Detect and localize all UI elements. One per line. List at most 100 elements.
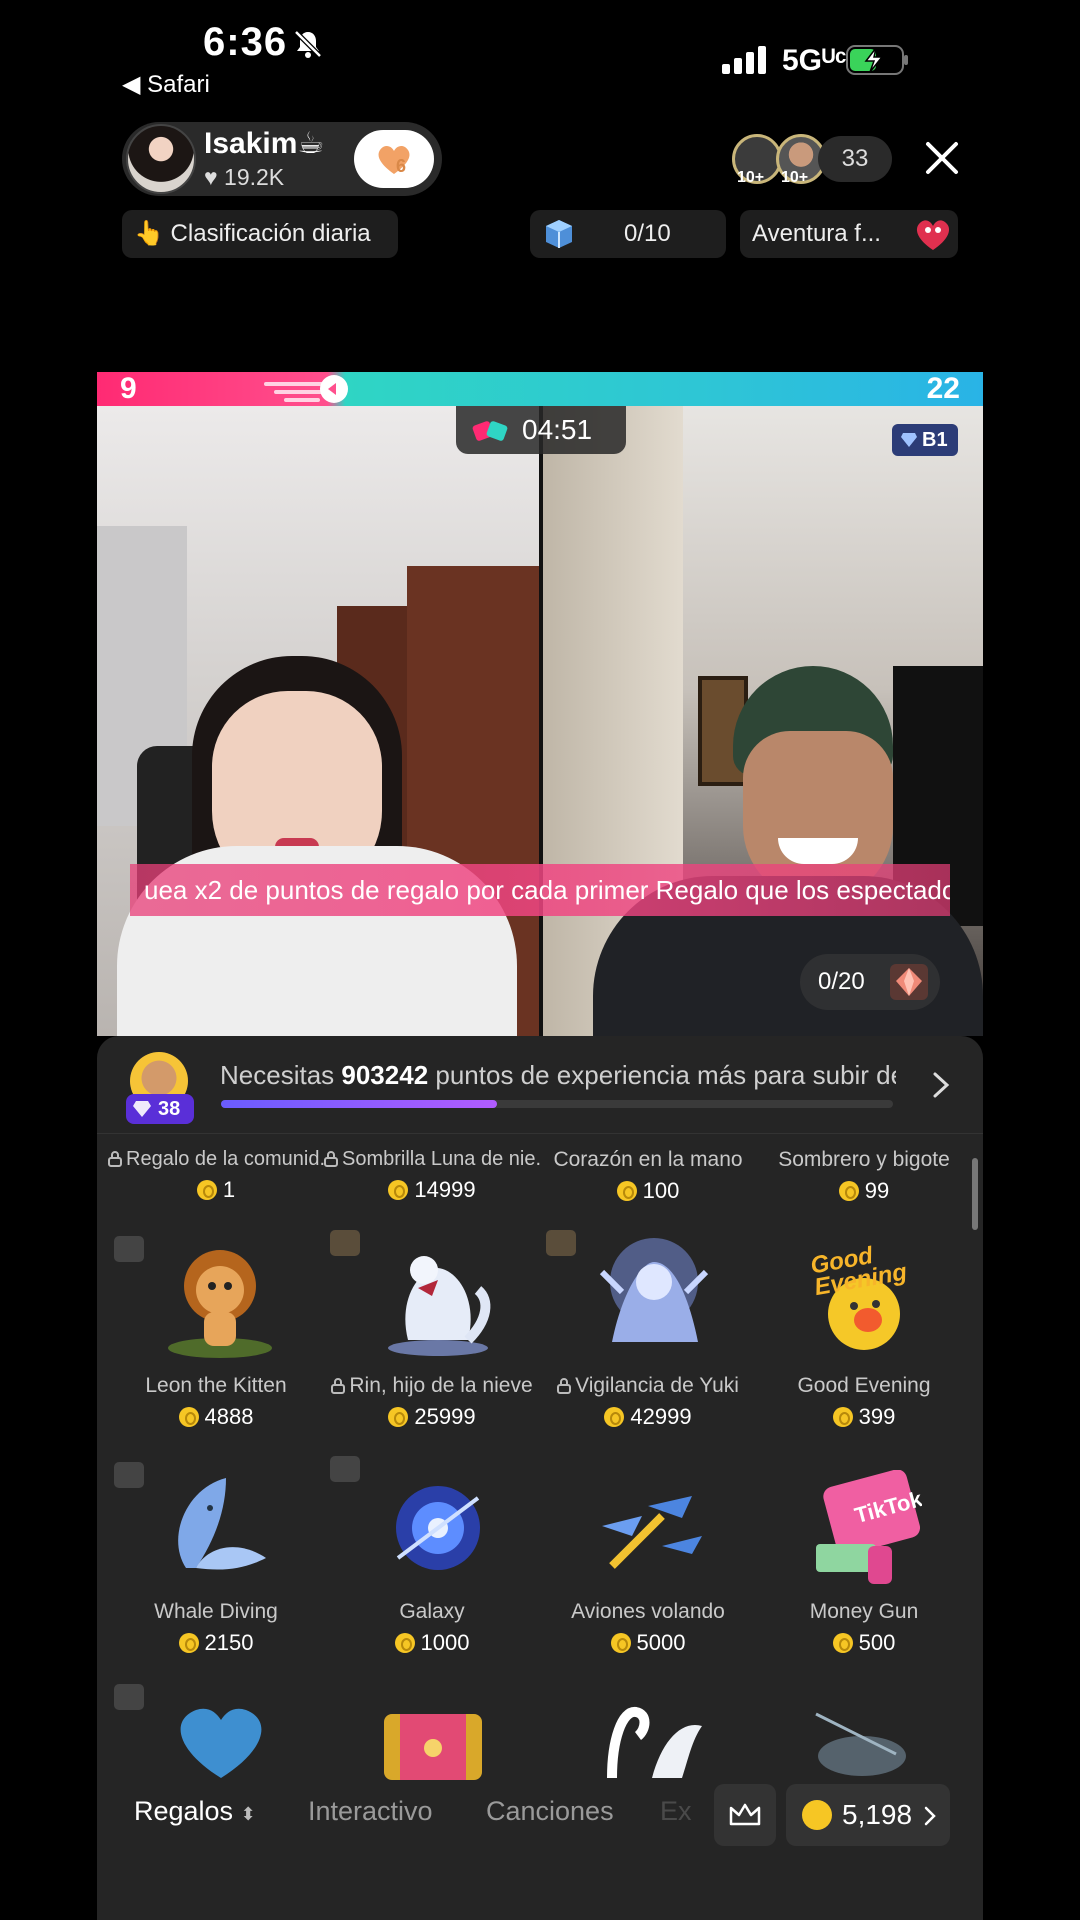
gift-price: 25999 [324,1404,540,1430]
gift-price-value: 99 [864,1178,890,1203]
gift-item[interactable]: Aviones volando 5000 [540,1600,756,1656]
trophy-tag-icon [546,1230,576,1256]
user-level-value: 38 [158,1098,181,1120]
xp-prefix: Necesitas [220,1060,342,1090]
gift-price: 5000 [540,1630,756,1656]
gift-item[interactable]: Rin, hijo de la nieve 25999 [324,1374,540,1430]
tab-interactive[interactable]: Interactivo [308,1796,433,1827]
goal-chip[interactable]: 0/10 [530,210,726,258]
battle-icon [472,421,508,441]
diamond-icon [901,433,917,447]
battle-score-bar [97,372,983,406]
rank-badge-label: B1 [922,429,948,451]
treasure-chest-gift-image [384,1714,482,1780]
coin-balance-button[interactable]: 5,198 [786,1784,950,1846]
gift-item[interactable]: Whale Diving 2150 [108,1600,324,1656]
xp-points: 903242 [341,1060,429,1090]
gift-item[interactable]: Vigilancia de Yuki 42999 [540,1374,756,1430]
gift-item[interactable]: Leon the Kitten 4888 [108,1374,324,1430]
gift-name-text: Regalo de la comunid... [126,1148,324,1170]
opponent-goal-value: 0/20 [818,968,865,995]
viewer-avatar[interactable]: 10+ [732,134,782,186]
trophy-tag-icon [330,1230,360,1256]
gift-price: 2150 [108,1630,324,1656]
heart-stack-gift-image [180,1708,262,1778]
coin-icon [178,1633,199,1653]
bell-muted-icon [294,30,322,58]
panel-divider [97,1133,983,1134]
experience-message: Necesitas 903242 puntos de experiencia m… [220,1060,896,1091]
gift-item[interactable]: Sombrero y bigote 99 [756,1148,972,1204]
xp-suffix: puntos de experiencia más para subir de … [435,1060,896,1090]
video-tag-icon [114,1462,144,1488]
gift-item[interactable]: Regalo de la comunid... 1 [108,1148,324,1203]
close-icon[interactable] [920,136,964,180]
gift-name: Sombrilla Luna de nie... [324,1148,540,1171]
video-tag-icon [114,1236,144,1262]
chevron-right-icon[interactable] [930,1070,952,1100]
gift-price: 500 [756,1630,972,1656]
gift-price: 100 [540,1178,756,1204]
heart-icon: ♥ [204,164,218,190]
gift-price-value: 500 [858,1630,896,1655]
gift-price-value: 14999 [414,1177,476,1202]
opponent-goal[interactable]: 0/20 [800,954,940,1010]
opponent-camera-feed[interactable] [543,406,983,1036]
gift-name-text: Vigilancia de Yuki [575,1374,739,1397]
gift-name: Good Evening [797,1374,931,1397]
gift-price-value: 100 [642,1178,680,1203]
vip-button[interactable] [714,1784,776,1846]
gift-item[interactable]: Money Gun 500 [756,1600,972,1656]
gift-item[interactable]: Galaxy 1000 [324,1600,540,1656]
host-avatar[interactable] [126,124,196,194]
gift-box-icon [546,220,572,248]
score-flame-icon [264,375,348,403]
coin-icon [178,1407,199,1427]
effect-tag-icon [330,1456,360,1482]
gift-price: 99 [756,1178,972,1204]
battery-charging-icon [846,45,908,75]
lion-gift-image [168,1250,272,1358]
tab-songs[interactable]: Canciones [486,1796,614,1827]
coin-icon [832,1407,853,1427]
user-level-badge: 38 [126,1094,194,1124]
goal-value: 0/10 [624,220,671,247]
gift-price-value: 2150 [204,1630,254,1655]
gift-name: Aviones volando [571,1600,725,1623]
viewer-count[interactable]: 33 [818,136,892,182]
coin-icon [616,1181,637,1201]
tab-more[interactable]: Ex [660,1796,692,1827]
lock-icon [331,1378,346,1394]
back-to-safari-link[interactable]: ◀ Safari [122,70,210,99]
daily-ranking-chip[interactable]: 👆 Clasificación diaria [122,210,398,258]
viewer-rank-badge: 10+ [781,169,809,186]
gift-price-value: 25999 [414,1404,476,1429]
gift-name: Vigilancia de Yuki [540,1374,756,1398]
experience-progress-fill [221,1100,497,1108]
heart-icon [378,145,410,174]
gift-name: Sombrero y bigote [778,1148,950,1171]
tab-gifts[interactable]: Regalos ⬍ [134,1796,256,1827]
gift-item[interactable]: Corazón en la mano 100 [540,1148,756,1204]
adventure-chip[interactable]: Aventura f... [740,210,958,258]
lock-icon [324,1151,338,1167]
gift-name-text: Sombrilla Luna de nie... [342,1148,540,1170]
viewer-rank-badge: 10+ [737,169,765,186]
gift-price: 4888 [108,1404,324,1430]
scrollbar[interactable] [972,1158,978,1230]
effect-tag-icon [114,1684,144,1710]
gift-item[interactable]: Sombrilla Luna de nie... 14999 [324,1148,540,1203]
follow-button[interactable]: 6 [354,130,434,188]
galaxy-gift-image [396,1486,480,1570]
gift-name: Regalo de la comunid... [108,1148,324,1171]
coin-icon [388,1180,409,1200]
host-camera-feed[interactable] [97,406,539,1036]
gift-item[interactable]: Good Evening 399 [756,1374,972,1430]
network-type: 5Gᵁᶜ [782,44,847,77]
coin-icon [196,1180,217,1200]
battle-timer-value: 04:51 [522,414,593,445]
meteor-gift-image [815,1712,906,1776]
coin-icon [838,1181,859,1201]
sort-icon: ⬍ [240,1804,256,1824]
gift-name: Money Gun [809,1600,919,1623]
